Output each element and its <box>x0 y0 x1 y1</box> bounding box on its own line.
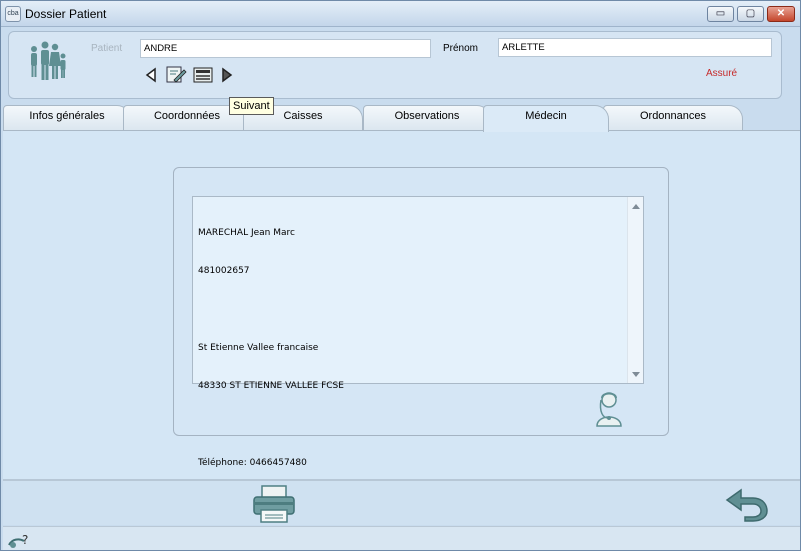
doctor-group-box: MARECHAL Jean Marc 481002657 St Etienne … <box>173 167 669 468</box>
printer-icon[interactable] <box>251 484 297 524</box>
tab-observations[interactable]: Observations <box>363 105 491 131</box>
doctor-rpps: 481002657 <box>198 265 250 276</box>
previous-arrow-icon[interactable] <box>143 66 161 84</box>
medecin-tab-content: MARECHAL Jean Marc 481002657 St Etienne … <box>3 131 800 479</box>
tab-infos-generales[interactable]: Infos générales <box>3 105 131 131</box>
tab-ordonnances[interactable]: Ordonnances <box>603 105 743 131</box>
family-icon <box>31 41 66 80</box>
insured-status: Assuré <box>706 68 738 79</box>
id-card-icon[interactable] <box>193 66 213 84</box>
title-bar[interactable]: cba Dossier Patient ▭ ▢ ✕ <box>1 1 800 27</box>
window-title: Dossier Patient <box>25 7 107 21</box>
doctor-city: 48330 ST ETIENNE VALLEE FCSE <box>198 381 344 392</box>
prenom-field[interactable]: ARLETTE <box>498 38 772 57</box>
doctor-icon[interactable] <box>594 390 624 428</box>
app-icon: cba <box>5 6 21 22</box>
maximize-button[interactable]: ▢ <box>737 6 764 22</box>
memo-scrollbar[interactable] <box>627 197 643 383</box>
doctor-phone: Téléphone: 0466457480 <box>198 457 307 468</box>
doctor-info-text: MARECHAL Jean Marc 481002657 St Etienne … <box>198 201 344 495</box>
doctor-name: MARECHAL Jean Marc <box>198 227 295 238</box>
patient-name-field[interactable]: ANDRE <box>140 39 431 58</box>
edit-patient-icon[interactable] <box>166 66 188 84</box>
close-button[interactable]: ✕ <box>767 6 795 22</box>
minimize-button[interactable]: ▭ <box>707 6 734 22</box>
patient-window: cba Dossier Patient ▭ ▢ ✕ Patient ANDRE … <box>0 0 801 551</box>
patient-label: Patient <box>91 43 123 54</box>
tab-bar: Infos générales Coordonnées Caisses Obse… <box>3 105 800 132</box>
prenom-label: Prénom <box>443 43 479 54</box>
bottom-toolbar <box>3 481 800 525</box>
back-arrow-icon[interactable] <box>723 486 769 522</box>
status-help-icon[interactable]: ? <box>7 529 33 549</box>
tooltip-suivant: Suivant <box>229 97 274 115</box>
patient-header-panel: Patient ANDRE Prénom ARLETTE Assuré <box>8 31 782 99</box>
scroll-down-icon[interactable] <box>632 372 640 377</box>
scroll-up-icon[interactable] <box>632 204 640 209</box>
svg-text:?: ? <box>22 533 28 547</box>
status-bar: ? <box>3 526 800 550</box>
tab-medecin[interactable]: Médecin <box>483 105 609 132</box>
doctor-info-memo[interactable]: MARECHAL Jean Marc 481002657 St Etienne … <box>192 196 644 468</box>
doctor-address: St Etienne Vallee francaise <box>198 342 319 353</box>
next-arrow-icon[interactable] <box>218 66 236 84</box>
